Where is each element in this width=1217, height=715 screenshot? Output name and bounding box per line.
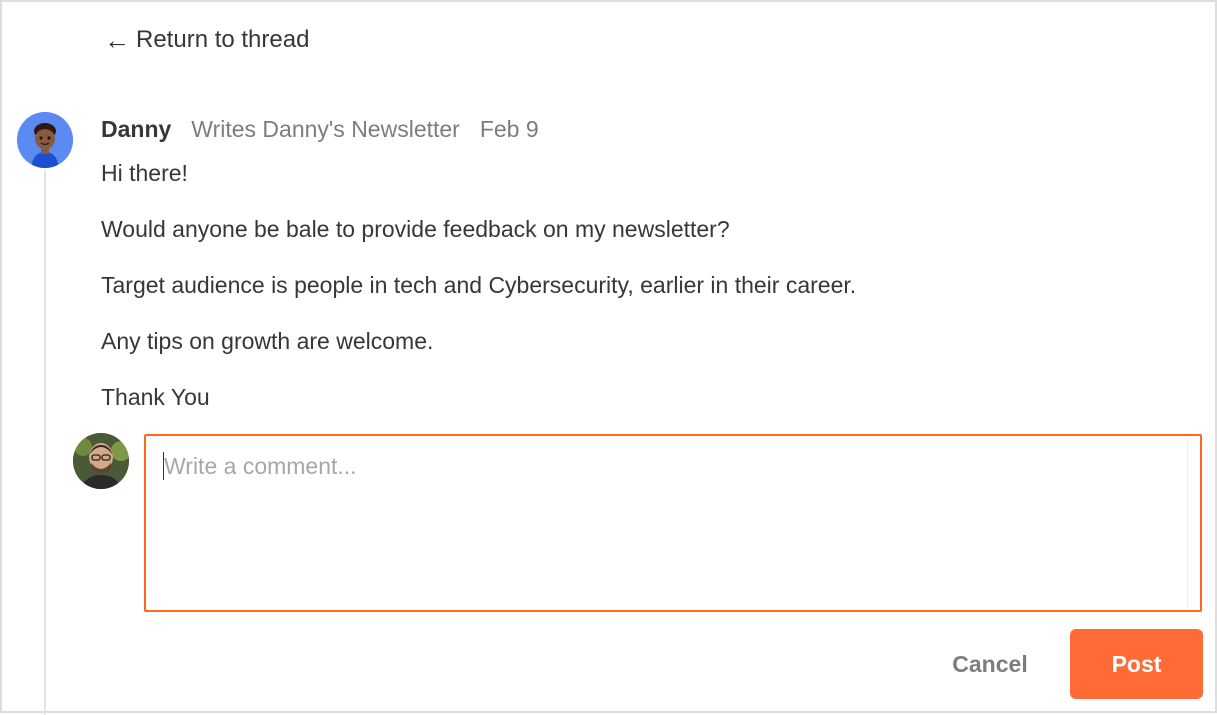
post-meta: Danny Writes Danny's Newsletter Feb 9 [101, 116, 539, 143]
user-avatar-icon [73, 433, 129, 489]
text-caret [163, 452, 164, 480]
thread-line [44, 170, 46, 715]
author-byline[interactable]: Writes Danny's Newsletter [191, 116, 460, 143]
post-paragraph: Any tips on growth are welcome. [101, 328, 434, 354]
comment-textarea[interactable] [146, 436, 1200, 610]
post-paragraph: Thank You [101, 384, 210, 410]
comment-thread-panel: ← Return to thread Danny Writes Danny's … [0, 0, 1217, 715]
return-to-thread-link[interactable]: ← Return to thread [104, 26, 309, 54]
post-paragraph: Target audience is people in tech and Cy… [101, 272, 857, 298]
author-avatar-icon [17, 112, 73, 168]
author-name[interactable]: Danny [101, 116, 171, 143]
return-to-thread-label: Return to thread [136, 26, 310, 53]
cancel-button[interactable]: Cancel [936, 629, 1044, 699]
post-date[interactable]: Feb 9 [480, 116, 539, 143]
post-paragraph: Hi there! [101, 160, 188, 186]
author-avatar[interactable] [17, 112, 73, 168]
comment-input-box [144, 434, 1202, 612]
arrow-left-icon: ← [104, 25, 130, 55]
current-user-avatar [73, 433, 129, 489]
textarea-scrollbar[interactable] [1187, 438, 1188, 608]
post-paragraph: Would anyone be bale to provide feedback… [101, 216, 730, 242]
post-button[interactable]: Post [1070, 629, 1203, 699]
